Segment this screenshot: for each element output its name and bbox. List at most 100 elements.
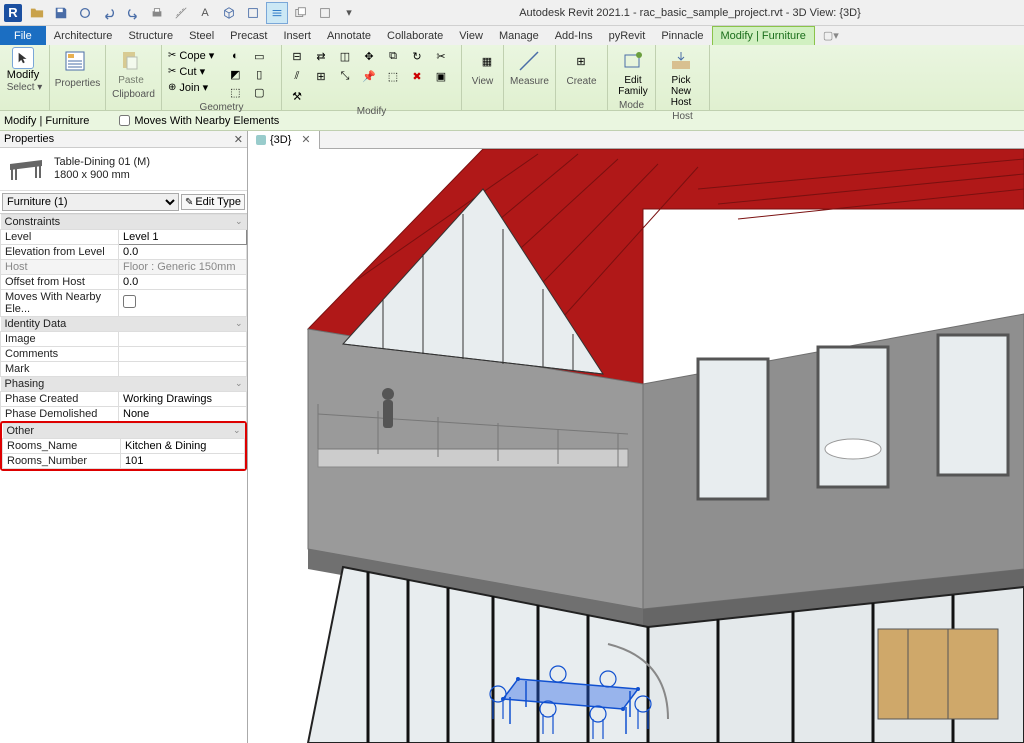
tab-annotate[interactable]: Annotate — [319, 26, 379, 45]
tab-modify-furniture[interactable]: Modify | Furniture — [712, 26, 815, 45]
move-icon[interactable]: ✥ — [358, 47, 380, 65]
moves-with-checkbox[interactable]: Moves With Nearby Elements — [119, 115, 279, 127]
redo-icon[interactable] — [122, 2, 144, 24]
view-label: View — [466, 75, 499, 88]
properties-title: Properties — [4, 133, 54, 145]
pick-new-host-button[interactable]: Pick New Host — [660, 47, 702, 110]
app-icon: R — [4, 4, 22, 22]
create-label: Create — [560, 75, 603, 88]
sync-icon[interactable] — [74, 2, 96, 24]
tab-collaborate[interactable]: Collaborate — [379, 26, 451, 45]
view-tab-3d[interactable]: {3D} ✕ — [248, 131, 320, 149]
print-icon[interactable] — [146, 2, 168, 24]
modify-group-label: Modify — [286, 105, 457, 118]
open-icon[interactable] — [26, 2, 48, 24]
view-button[interactable]: ▦ — [466, 47, 508, 75]
geom-tool-1[interactable]: ◐ — [224, 47, 246, 65]
array-icon[interactable]: ⊞ — [310, 67, 332, 85]
cut-button[interactable]: ✂ Cut ▾ — [166, 63, 216, 79]
clipboard-label: Clipboard — [110, 88, 157, 101]
modify-button[interactable]: Modify — [4, 47, 42, 81]
copy-icon[interactable]: ⧉ — [382, 47, 404, 65]
pin-icon[interactable]: 📌 — [358, 67, 380, 85]
cope-button[interactable]: ✂ Cope ▾ — [166, 47, 216, 63]
measure-icon[interactable] — [170, 2, 192, 24]
group-constraints[interactable]: Constraints — [5, 216, 61, 228]
view-area: {3D} ✕ — [248, 131, 1024, 743]
tab-manage[interactable]: Manage — [491, 26, 547, 45]
file-tab[interactable]: File — [0, 26, 46, 45]
geom-tool-4[interactable]: ▭ — [248, 47, 270, 65]
save-icon[interactable] — [50, 2, 72, 24]
mode-label: Mode — [612, 99, 651, 112]
view-tabs: {3D} ✕ — [248, 131, 1024, 149]
window-title: Autodesk Revit 2021.1 - rac_basic_sample… — [360, 7, 1020, 19]
type-selector[interactable]: Table-Dining 01 (M) 1800 x 900 mm — [0, 148, 247, 191]
group-icon[interactable]: ▣ — [430, 67, 452, 85]
group-other[interactable]: Other — [7, 425, 35, 437]
join-button[interactable]: ⊕ Join ▾ — [166, 79, 216, 95]
mirror-icon[interactable]: ◫ — [334, 47, 356, 65]
edit-family-button[interactable]: Edit Family — [612, 47, 654, 99]
section-icon[interactable] — [242, 2, 264, 24]
create-button[interactable]: ⊞ — [560, 47, 602, 75]
geom-tool-2[interactable]: ◩ — [224, 65, 246, 83]
offset-icon[interactable]: ⇄ — [310, 47, 332, 65]
modify-label: Modify — [7, 69, 39, 81]
geom-tool-3[interactable]: ⬚ — [224, 83, 246, 101]
tab-view[interactable]: View — [451, 26, 491, 45]
properties-button[interactable] — [54, 47, 96, 77]
geom-tool-6[interactable]: ▢ — [248, 83, 270, 101]
title-bar: R A ▾ Autodesk Revit 2021.1 - rac_basic_… — [0, 0, 1024, 26]
demolish-icon[interactable]: ⚒ — [286, 87, 308, 105]
scale-icon[interactable]: ⤡ — [334, 67, 356, 85]
rotate-icon[interactable]: ↻ — [406, 47, 428, 65]
3d-icon[interactable] — [218, 2, 240, 24]
ribbon-tabs: File Architecture Structure Steel Precas… — [0, 26, 1024, 45]
text-icon[interactable]: A — [194, 2, 216, 24]
delete-icon[interactable]: ✖ — [406, 67, 428, 85]
tab-pinnacle[interactable]: Pinnacle — [653, 26, 711, 45]
tab-addins[interactable]: Add-Ins — [547, 26, 601, 45]
split-icon[interactable]: ⫽ — [286, 67, 308, 85]
undo-icon[interactable] — [98, 2, 120, 24]
group-identity[interactable]: Identity Data — [5, 318, 67, 330]
tab-structure[interactable]: Structure — [120, 26, 181, 45]
moves-with-prop-checkbox — [123, 295, 136, 308]
close-tab-icon[interactable]: ✕ — [301, 133, 310, 146]
tab-finish-icon[interactable]: ▢▾ — [815, 26, 847, 45]
thin-lines-icon[interactable] — [266, 2, 288, 24]
unpin-icon[interactable]: ⬚ — [382, 67, 404, 85]
prop-value[interactable]: Level 1 — [119, 230, 247, 245]
geom-tool-5[interactable]: ▯ — [248, 65, 270, 83]
type-size: 1800 x 900 mm — [54, 169, 150, 182]
measure-label: Measure — [508, 75, 551, 88]
prop-label: Level — [1, 230, 119, 245]
properties-label: Properties — [54, 77, 101, 90]
customize-icon[interactable]: ▾ — [338, 2, 360, 24]
select-label[interactable]: Select ▾ — [4, 81, 45, 94]
3d-viewport[interactable] — [248, 149, 1024, 743]
tab-precast[interactable]: Precast — [222, 26, 275, 45]
highlighted-properties: Other⌄ Rooms_NameKitchen & Dining Rooms_… — [0, 421, 247, 471]
tab-architecture[interactable]: Architecture — [46, 26, 121, 45]
align-icon[interactable]: ⊟ — [286, 47, 308, 65]
close-icon[interactable]: ✕ — [234, 133, 243, 146]
edit-type-button[interactable]: ✎ Edit Type — [181, 194, 245, 210]
cube-icon — [256, 135, 266, 145]
options-bar: Modify | Furniture Moves With Nearby Ele… — [0, 111, 1024, 131]
tab-pyrevit[interactable]: pyRevit — [601, 26, 654, 45]
host-label: Host — [660, 110, 705, 123]
close-views-icon[interactable] — [290, 2, 312, 24]
measure-button[interactable] — [508, 47, 550, 75]
tab-insert[interactable]: Insert — [275, 26, 319, 45]
category-selector[interactable]: Furniture (1) — [2, 193, 179, 211]
trim-icon[interactable]: ✂ — [430, 47, 452, 65]
group-phasing[interactable]: Phasing — [5, 378, 45, 390]
tab-steel[interactable]: Steel — [181, 26, 222, 45]
table-thumbnail-icon — [6, 154, 46, 184]
paste-button[interactable]: Paste — [110, 47, 152, 88]
quick-access-toolbar: A ▾ — [26, 2, 360, 24]
switch-windows-icon[interactable] — [314, 2, 336, 24]
geometry-label: Geometry — [166, 101, 277, 114]
